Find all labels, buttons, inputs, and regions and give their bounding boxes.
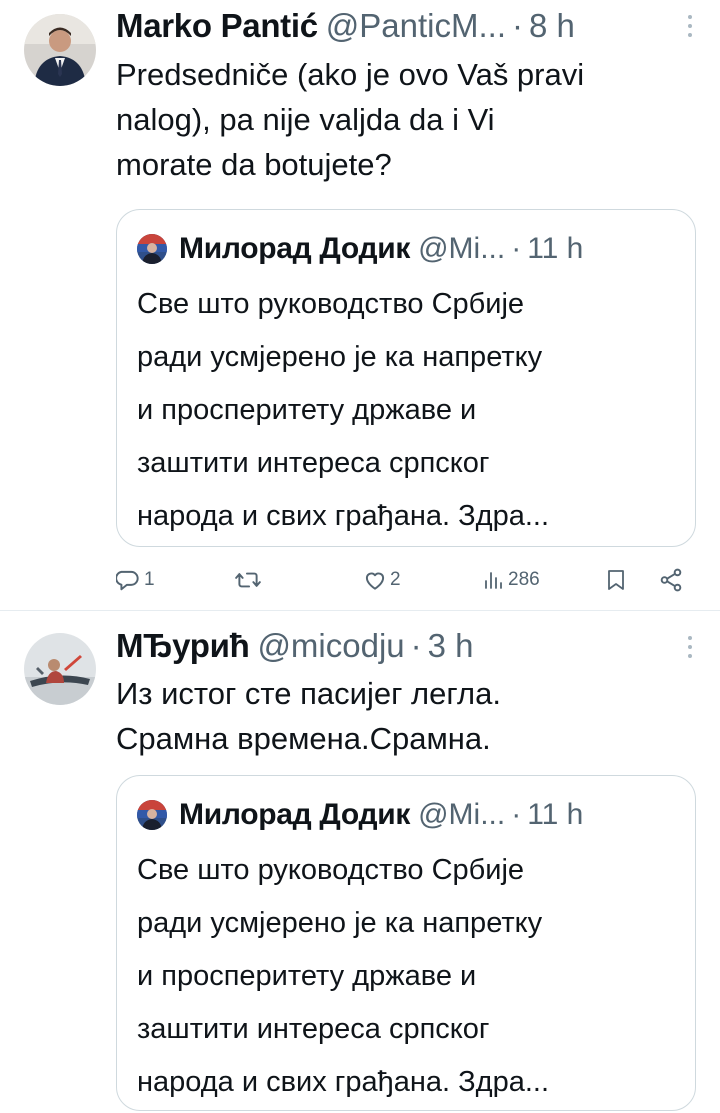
bookmark-icon xyxy=(604,567,628,593)
retweet-button[interactable] xyxy=(234,562,264,598)
share-icon xyxy=(658,567,684,593)
quoted-tweet-header: Милорад Додик @Mi... · 11 h xyxy=(137,232,677,266)
quoted-text-line: ради усмјерено је ка напретку xyxy=(137,341,543,373)
timestamp[interactable]: 8 h xyxy=(529,7,575,45)
like-button[interactable]: 2 xyxy=(362,562,401,598)
retweet-icon xyxy=(234,567,262,593)
quoted-tweet-text: Све што руководство Србије ради усмјерен… xyxy=(137,844,681,1109)
tweet[interactable]: МЂурић @micodju · 3 h Из истог сте пасиј… xyxy=(0,611,720,1113)
quoted-author-handle: @Mi... xyxy=(418,232,506,265)
tweet-text-line: Predsedniče (ako je ovo Vaš pravi xyxy=(116,57,585,92)
separator-dot: · xyxy=(410,627,422,664)
separator-dot: · xyxy=(511,798,522,831)
quoted-tweet[interactable]: Милорад Додик @Mi... · 11 h Све што руко… xyxy=(116,209,696,547)
quoted-timestamp: 11 h xyxy=(527,232,584,265)
tweet[interactable]: Marko Pantić @PanticM... · 8 h Predsedni… xyxy=(0,0,720,610)
separator-dot: · xyxy=(512,7,524,44)
quoted-author-name: Милорад Додик xyxy=(179,232,411,265)
quoted-text-line: заштити интереса српског xyxy=(137,1013,490,1045)
tweet-text: Predsedniče (ako je ovo Vaš pravi nalog)… xyxy=(116,52,690,187)
quoted-text-line: Све што руководство Србије xyxy=(137,854,525,886)
tweet-text-line: Из истог сте пасијег легла. xyxy=(116,676,501,711)
heart-icon xyxy=(362,567,388,593)
quoted-timestamp: 11 h xyxy=(527,798,584,831)
author-handle[interactable]: @PanticM... xyxy=(326,7,506,45)
tweet-header: Marko Pantić @PanticM... · 8 h xyxy=(116,6,690,46)
quoted-tweet-text: Све што руководство Србије ради усмјерен… xyxy=(137,278,681,543)
quoted-tweet-header: Милорад Додик @Mi... · 11 h xyxy=(137,798,677,832)
reply-count: 1 xyxy=(144,569,155,590)
quoted-text-line: ради усмјерено је ка напретку xyxy=(137,907,543,939)
tweet-header: МЂурић @micodju · 3 h xyxy=(116,626,690,666)
quoted-text-line: Све што руководство Србије xyxy=(137,288,525,320)
share-button[interactable] xyxy=(658,562,684,598)
tweet-text: Из истог сте пасијег легла. Срамна време… xyxy=(116,671,690,761)
author-handle[interactable]: @micodju xyxy=(257,627,404,665)
author-name[interactable]: Marko Pantić xyxy=(116,7,318,45)
quoted-avatar xyxy=(137,800,167,830)
more-dots-icon[interactable] xyxy=(684,15,696,41)
reply-button[interactable]: 1 xyxy=(116,562,155,598)
like-count: 2 xyxy=(390,569,401,590)
quoted-author-name: Милорад Додик xyxy=(179,798,411,831)
quoted-text-line: заштити интереса српског xyxy=(137,447,490,479)
reply-icon xyxy=(116,567,142,593)
author-name[interactable]: МЂурић xyxy=(116,627,250,665)
tweet-text-line: nalog), pa nije valjda da i Vi xyxy=(116,102,495,137)
quoted-text-line: народа и свих грађана. Здра... xyxy=(137,500,550,532)
views-button[interactable]: 286 xyxy=(482,562,540,598)
tweet-text-line: Срамна времена.Срамна. xyxy=(116,721,491,756)
quoted-avatar xyxy=(137,234,167,264)
quoted-author-handle: @Mi... xyxy=(418,798,506,831)
views-count: 286 xyxy=(508,569,540,590)
bookmark-button[interactable] xyxy=(604,562,628,598)
quoted-text-line: народа и свих грађана. Здра... xyxy=(137,1066,550,1098)
quoted-text-line: и просперитету државе и xyxy=(137,960,477,992)
separator-dot: · xyxy=(511,232,522,265)
action-bar: 1 2 286 xyxy=(116,562,696,598)
quoted-text-line: и просперитету државе и xyxy=(137,394,477,426)
tweet-text-line: morate da botujete? xyxy=(116,147,392,182)
views-icon xyxy=(482,567,506,593)
quoted-tweet[interactable]: Милорад Додик @Mi... · 11 h Све што руко… xyxy=(116,775,696,1111)
avatar[interactable] xyxy=(24,633,96,705)
avatar[interactable] xyxy=(24,14,96,86)
timestamp[interactable]: 3 h xyxy=(428,627,474,665)
more-dots-icon[interactable] xyxy=(684,636,696,662)
